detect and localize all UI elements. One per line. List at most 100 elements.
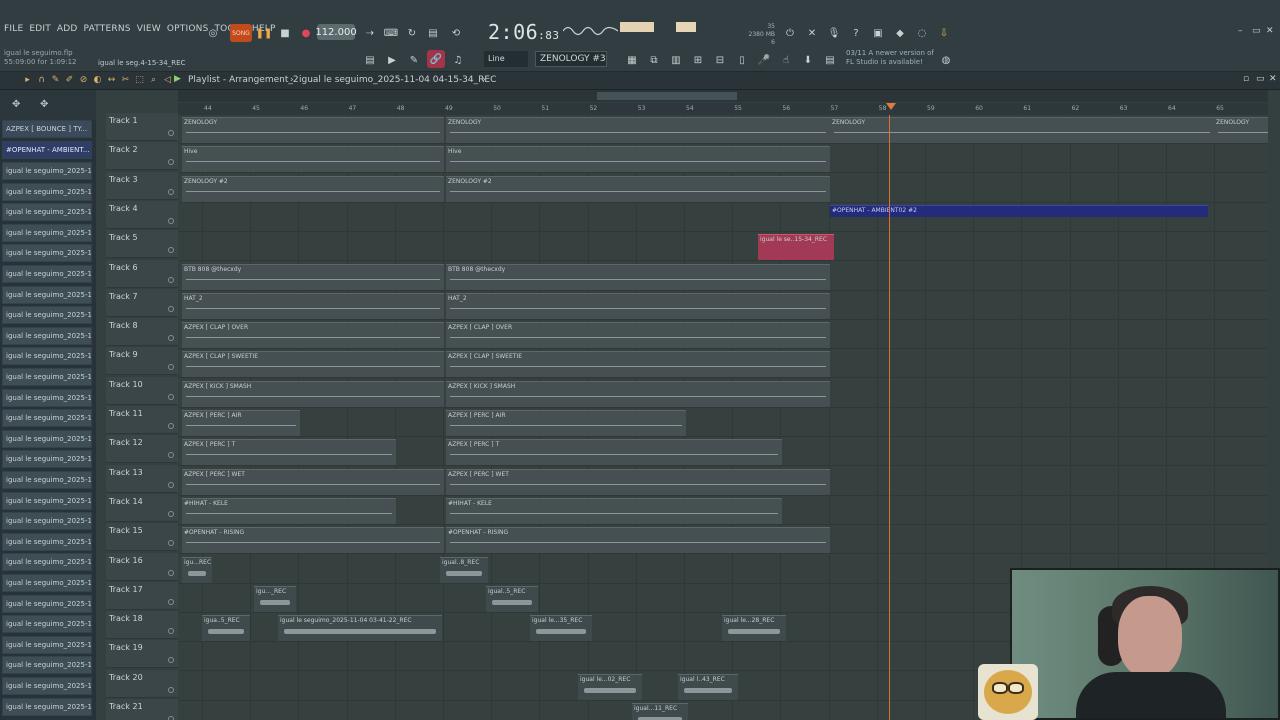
picker-item[interactable]: igual le seguimo_2025-1...	[2, 203, 92, 222]
select-icon[interactable]: ⬚	[134, 74, 145, 86]
picker-item[interactable]: igual le seguimo_2025-1...	[2, 368, 92, 386]
step-edit-icon[interactable]: ▤	[425, 24, 441, 42]
clip-clap1[interactable]: AZPEX [ CLAP ] OVER	[182, 322, 444, 349]
track-header[interactable]: Track 16	[106, 552, 178, 581]
track-mute-icon[interactable]	[168, 657, 174, 664]
track-header[interactable]: Track 13	[106, 464, 178, 493]
picker-item[interactable]: igual le seguimo_2025-1...	[2, 285, 92, 304]
playlist-minimize-icon[interactable]: ▫	[1243, 74, 1249, 84]
track-mute-icon[interactable]	[168, 423, 174, 429]
pause-icon[interactable]: ❚❚	[256, 24, 273, 42]
track-mute-icon[interactable]	[168, 393, 174, 400]
playlist-scrollbar[interactable]	[178, 90, 1268, 102]
track-lane[interactable]	[178, 232, 1268, 262]
picker-item[interactable]: igual le seguimo_2025-1...	[2, 532, 92, 551]
clip-r17b[interactable]: igual..5_REC	[486, 585, 538, 612]
timeline-ruler[interactable]: 44 45 46 47 48 49 50 51 52 53 54 55 56 57 58 59 60 61 62 63…	[178, 103, 1268, 115]
clip-perc3[interactable]: AZPEX [ PERC ] T	[182, 439, 396, 466]
picker-item[interactable]: igual le seguimo_2025-1...	[2, 677, 92, 695]
browser-icon[interactable]: ⊞	[690, 51, 706, 69]
playlist-icon[interactable]: ▤	[362, 51, 378, 69]
clip-zen3b[interactable]: ZENOLOGY #2	[446, 175, 830, 202]
clip-perc6[interactable]: AZPEX [ PERC ] WET	[446, 468, 830, 495]
clip-r21a[interactable]: igual...11_REC	[632, 703, 688, 720]
picker-item[interactable]: igual le seguimo_2025-1...	[2, 491, 92, 510]
track-header[interactable]: Track 3	[106, 171, 178, 200]
close-icon[interactable]: ✕	[1266, 26, 1274, 36]
track-header[interactable]: Track 17	[106, 581, 178, 610]
track-header[interactable]: Track 20	[106, 669, 178, 698]
clip-r16a[interactable]: igu...REC	[182, 556, 212, 583]
picker-zoom-icon[interactable]: ✥	[12, 99, 20, 110]
picker-item[interactable]: igual le seguimo_2025-1...	[2, 635, 92, 654]
picker-item[interactable]: igual le seguimo_2025-1...	[2, 553, 92, 572]
track-header[interactable]: Track 9	[106, 347, 178, 376]
track-header[interactable]: Track 15	[106, 523, 178, 552]
clip-hat2[interactable]: HAT_2	[446, 292, 830, 319]
track-header[interactable]: Track 14	[106, 493, 178, 522]
track-mute-icon[interactable]	[168, 598, 174, 605]
song-mode-button[interactable]: SONG	[230, 24, 252, 42]
track-mute-icon[interactable]	[168, 305, 174, 312]
dock-icon[interactable]: ⬇	[800, 51, 816, 69]
picker-item[interactable]: igual le seguimo_2025-1...	[2, 697, 92, 716]
picker-item[interactable]: igual le seguimo_2025-1...	[2, 429, 92, 448]
clip-r17a[interactable]: igu..._REC	[254, 585, 296, 612]
draw-icon[interactable]: ✎	[406, 51, 422, 69]
clip-perc4[interactable]: AZPEX [ PERC ] T	[446, 439, 782, 466]
track-mute-icon[interactable]	[168, 569, 174, 576]
clip-r16b[interactable]: igual..8_REC	[440, 556, 488, 583]
link-icon[interactable]: 🔗	[427, 50, 445, 68]
clip-perc2[interactable]: AZPEX [ PERC ] AIR	[446, 410, 686, 436]
chat-icon[interactable]: ◌	[914, 24, 930, 42]
track-header[interactable]: Track 11	[106, 406, 178, 434]
picker-item[interactable]: igual le seguimo_2025-1...	[2, 306, 92, 325]
plugin-icon[interactable]: ◆	[892, 24, 908, 42]
track-header[interactable]: Track 8	[106, 318, 178, 347]
clip-zen4[interactable]: ZENOLOGY	[1214, 117, 1268, 143]
pattern-selector[interactable]: ZENOLOGY #3	[535, 51, 607, 67]
picker-item[interactable]: igual le seguimo_2025-1...	[2, 182, 92, 201]
mute-icon[interactable]: ◐	[92, 74, 103, 86]
picker-item[interactable]: igual le seguimo_2025-1...	[2, 450, 92, 469]
snap-select[interactable]: Line	[484, 51, 528, 67]
track-mute-icon[interactable]	[168, 217, 174, 224]
menu-add[interactable]: ADD	[57, 24, 78, 34]
stop-icon[interactable]: ■	[277, 24, 293, 42]
track-mute-icon[interactable]	[168, 130, 174, 136]
piano-roll-icon[interactable]: ▥	[668, 51, 684, 69]
picker-item-bounce[interactable]: AZPEX [ BOUNCE ] TY...	[2, 120, 92, 138]
mixer-icon[interactable]: ▦	[624, 51, 640, 69]
clip-hihat2[interactable]: #HIHAT - KELE	[446, 497, 782, 524]
countdown-icon[interactable]: ↻	[404, 24, 420, 42]
playlist-maximize-icon[interactable]: ▭	[1256, 74, 1265, 84]
plugin-picker-icon[interactable]: ⊟	[712, 51, 728, 69]
slip-icon[interactable]: ↔	[106, 74, 117, 86]
mic-tool-icon[interactable]: 🎤	[756, 51, 772, 69]
microphone-icon[interactable]: 🎙	[826, 24, 842, 42]
stamp-icon[interactable]: ♫	[450, 51, 466, 69]
clip-kick1[interactable]: AZPEX [ KICK ] SMASH	[182, 380, 444, 407]
track-header[interactable]: Track 6	[106, 259, 178, 288]
track-mute-icon[interactable]	[168, 686, 174, 693]
track-header[interactable]: Track 12	[106, 435, 178, 464]
picker-item[interactable]: igual le seguimo_2025-1...	[2, 409, 92, 428]
picker-item[interactable]: igual le seguimo_2025-1...	[2, 512, 92, 531]
track-mute-icon[interactable]	[168, 247, 174, 254]
zoom-icon[interactable]: ⌕	[148, 74, 159, 86]
clip-openhat_amb[interactable]: #OPENHAT - AMBIENT02 #2	[830, 204, 1208, 217]
metronome-knob-icon[interactable]: ◎	[204, 24, 222, 42]
clip-hat1[interactable]: HAT_2	[182, 292, 444, 319]
picker-item[interactable]: igual le seguimo_2025-1...	[2, 574, 92, 592]
clip-r18c[interactable]: igual le...35_REC	[530, 615, 592, 642]
clip-clap3[interactable]: AZPEX [ CLAP ] SWEETIE	[182, 351, 444, 378]
picker-item[interactable]: igual le seguimo_2025-1...	[2, 656, 92, 675]
picker-item-openhat[interactable]: #OPENHAT - AMBIENT...	[2, 141, 92, 159]
picker-item[interactable]: igual le seguimo_2025-1...	[2, 615, 92, 634]
track-mute-icon[interactable]	[168, 159, 174, 166]
download-icon[interactable]: ⇩	[936, 24, 952, 42]
picker-scroll-icon[interactable]: ✥	[40, 99, 48, 110]
track-lane[interactable]	[178, 408, 1268, 437]
clip-r18a[interactable]: igua..5_REC	[202, 615, 250, 642]
slice-icon[interactable]: ✂	[120, 74, 131, 86]
